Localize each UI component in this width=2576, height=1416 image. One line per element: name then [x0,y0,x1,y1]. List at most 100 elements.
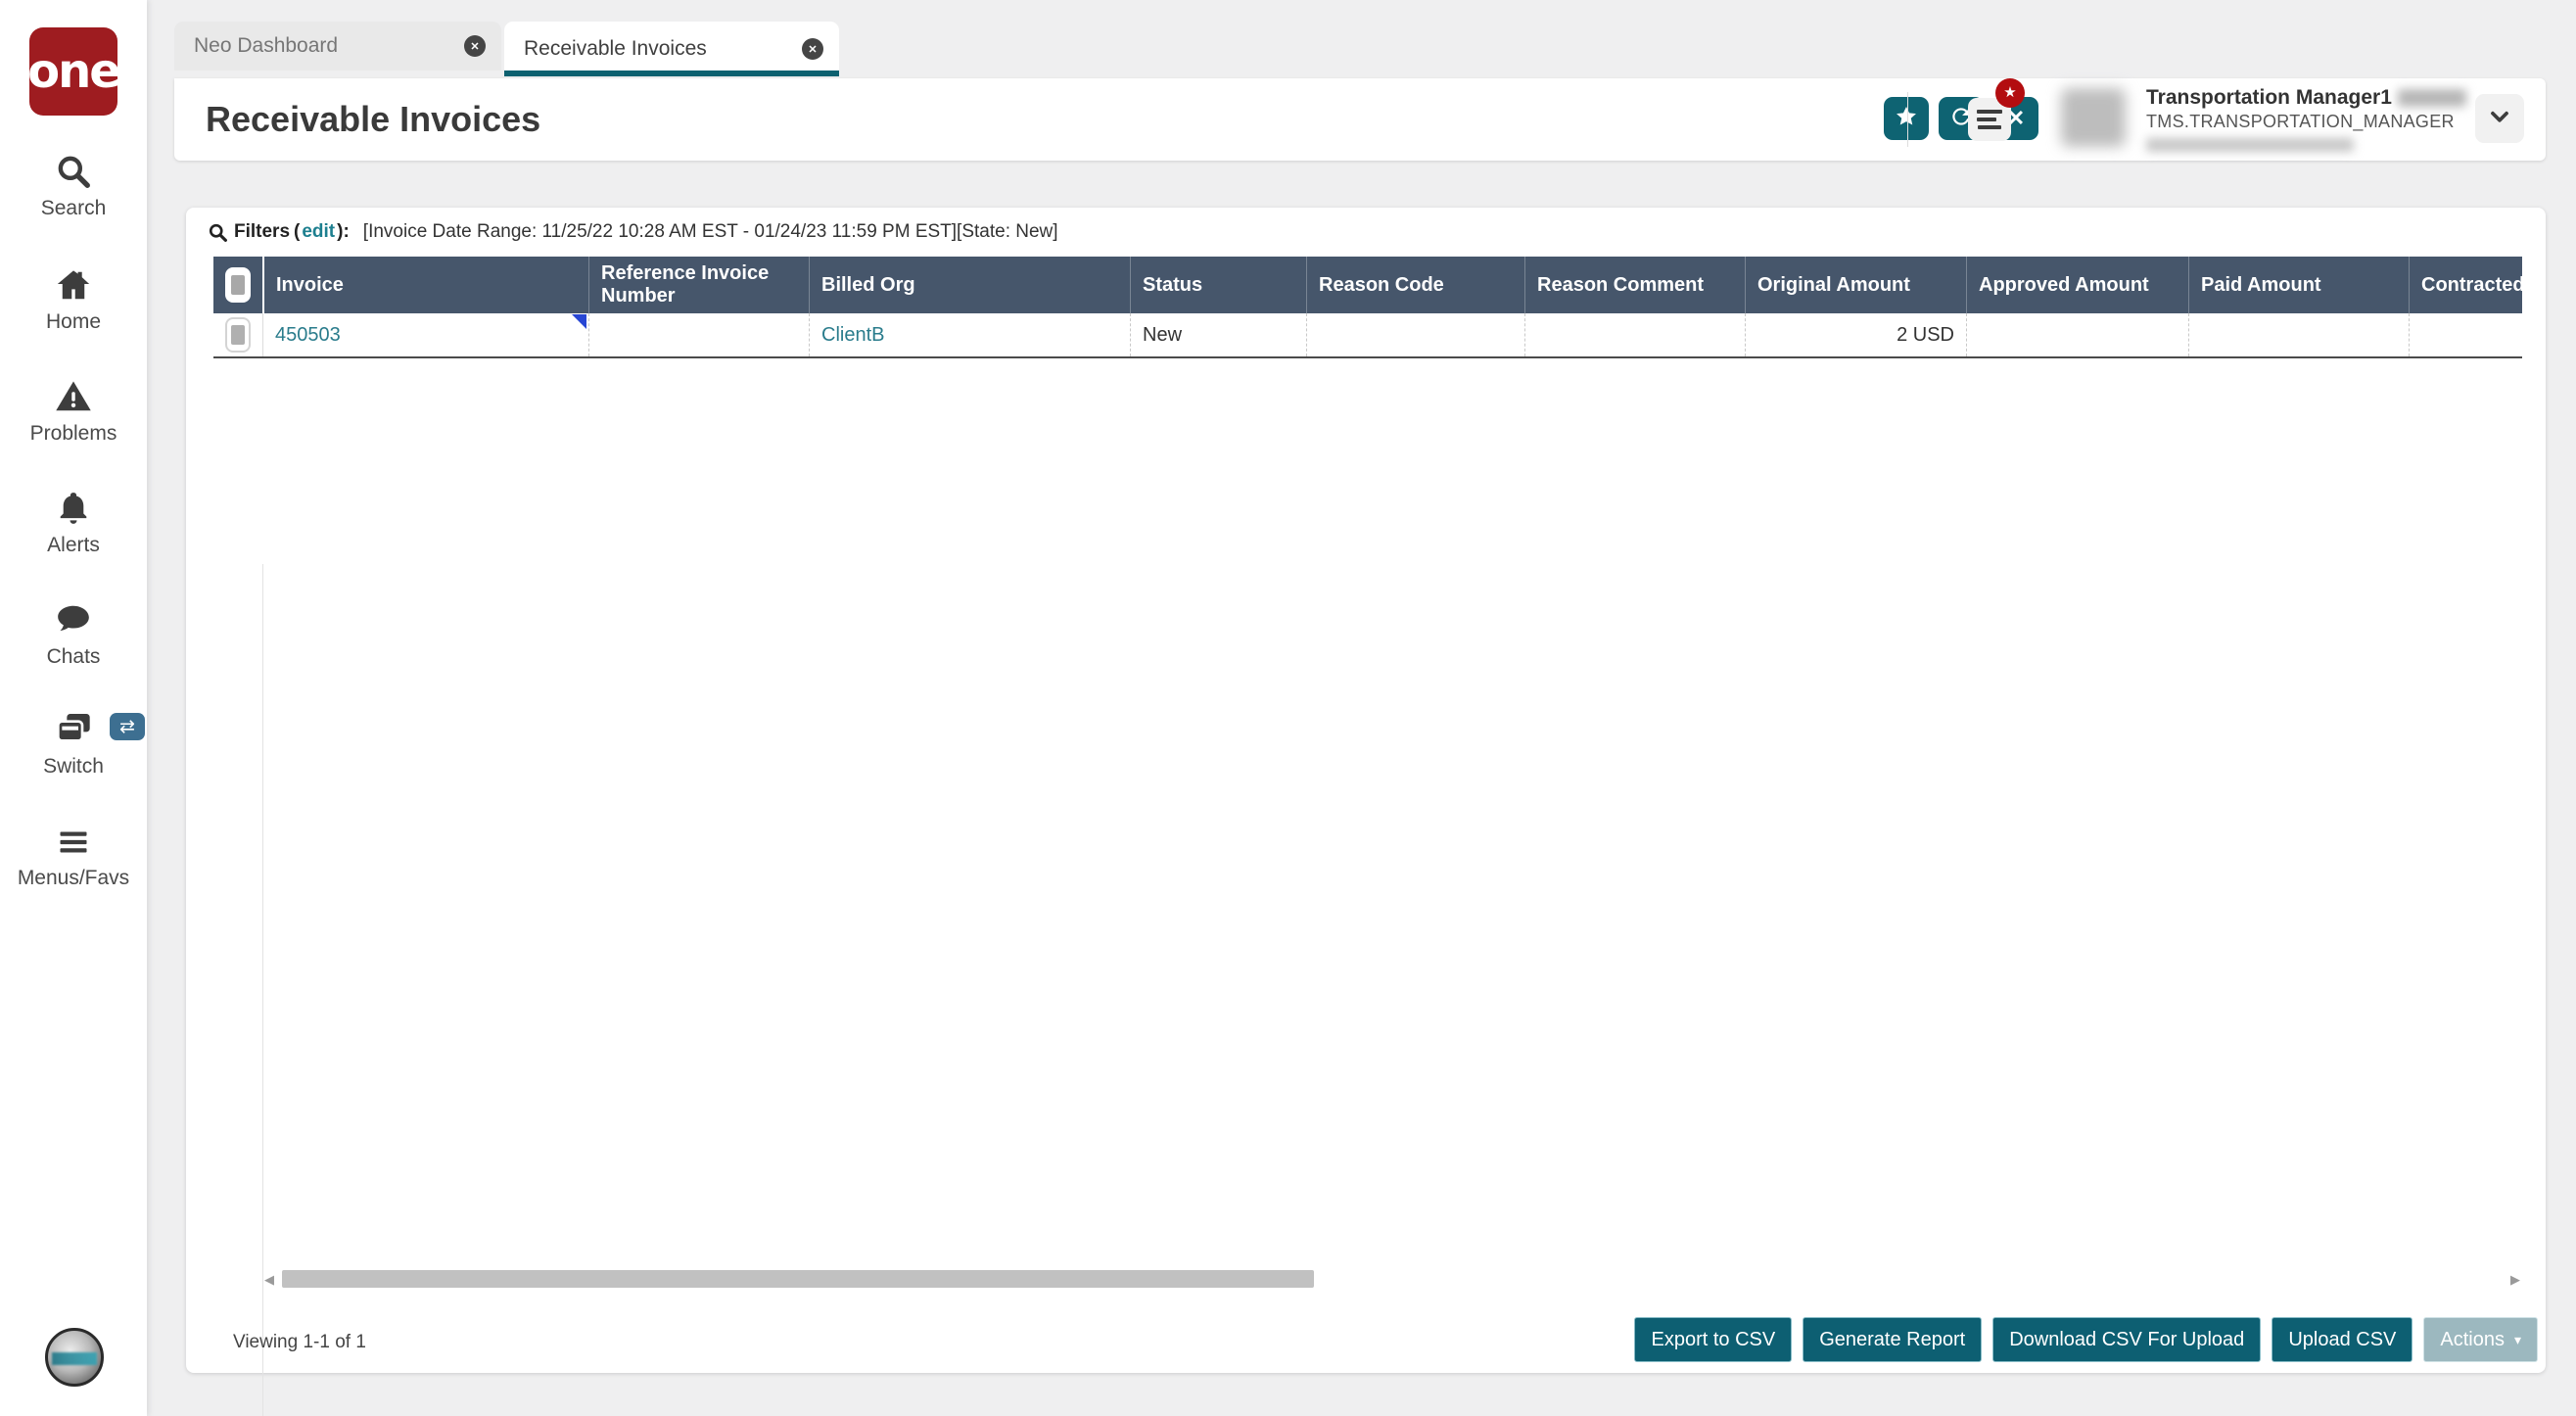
sidebar-item-label: Search [40,197,107,219]
hamburger-icon [1977,118,1996,121]
home-icon [54,266,93,304]
user-photo-redacted [2061,88,2126,147]
select-all-checkbox[interactable] [225,267,251,303]
sidebar-item-label: Alerts [47,534,100,556]
chevron-down-icon [2487,104,2512,134]
sidebar-item-alerts[interactable]: Alerts [0,490,147,557]
column-header-reason-code[interactable]: Reason Code [1306,257,1524,313]
export-to-csv-button[interactable]: Export to CSV [1634,1317,1793,1362]
paren: ): [337,221,350,242]
favorites-badge-icon[interactable]: ★ [1995,78,2025,108]
title-bar: Receivable Invoices ✕ ★ Transportation M… [174,78,2546,161]
sidebar-item-switch[interactable]: Switch ⇄ [0,709,147,779]
filters-label: Filters [234,221,291,242]
filters-summary: [Invoice Date Range: 11/25/22 10:28 AM E… [362,221,1058,242]
cell-billed-org: ClientB [809,313,1130,356]
row-checkbox[interactable] [225,317,251,353]
horizontal-scrollbar[interactable]: ◀ ▶ [262,1269,2522,1291]
table-header-row: Invoice Reference Invoice Number Billed … [213,257,2522,313]
cell-reference-invoice-number [588,313,809,356]
column-header-reference-invoice-number[interactable]: Reference Invoice Number [588,257,809,313]
download-csv-for-upload-button[interactable]: Download CSV For Upload [1992,1317,2262,1362]
sidebar-item-label: Problems [29,422,117,445]
redacted-text [2397,89,2466,107]
sidebar: one Search Home Problems Alerts Chats Sw… [0,0,147,1416]
column-header-invoice[interactable]: Invoice [262,257,588,313]
cell-paid-amount [2188,313,2409,356]
cell-contracted-amount [2409,313,2522,356]
hamburger-icon [1977,110,2002,114]
tab-neo-dashboard[interactable]: Neo Dashboard ✕ [174,22,501,71]
switch-role-badge[interactable]: ⇄ [110,713,145,740]
row-select-cell [213,313,262,356]
favorite-button[interactable] [1884,97,1929,140]
user-menu-chevron-button[interactable] [2475,94,2524,143]
receivable-invoices-panel: Filters ( edit ): [Invoice Date Range: 1… [186,208,2546,1416]
tab-label: Receivable Invoices [524,37,707,60]
sidebar-item-search[interactable]: Search [0,153,147,220]
active-tab-underline [504,71,839,76]
column-header-paid-amount[interactable]: Paid Amount [2188,257,2409,313]
filters-bar: Filters ( edit ): [Invoice Date Range: 1… [208,221,1058,243]
search-icon [208,222,228,243]
sidebar-item-chats[interactable]: Chats [0,601,147,669]
cell-approved-amount [1966,313,2188,356]
cell-reason-comment [1524,313,1745,356]
redacted-text [2146,138,2354,152]
switch-windows-icon [54,709,93,748]
tab-label: Neo Dashboard [194,34,339,57]
invoice-link[interactable]: 450503 [275,324,341,347]
sidebar-item-label: Home [45,310,102,333]
cell-status: New [1130,313,1306,356]
header-divider [1907,92,1908,147]
paren: ( [294,221,301,242]
sidebar-item-problems[interactable]: Problems [0,378,147,446]
star-icon [1894,104,1919,134]
column-header-approved-amount[interactable]: Approved Amount [1966,257,2188,313]
tab-close-icon[interactable]: ✕ [802,38,823,60]
invoices-table: Invoice Reference Invoice Number Billed … [213,257,2522,358]
sidebar-item-label: Chats [46,645,101,668]
generate-report-button[interactable]: Generate Report [1803,1317,1983,1362]
hamburger-icon [54,825,93,860]
actions-button[interactable]: Actions ▾ [2423,1317,2538,1362]
one-logo[interactable]: one [27,27,121,116]
cell-invoice: 450503 [262,313,588,356]
sidebar-item-label: Menus/Favs [17,867,130,889]
viewing-count: Viewing 1-1 of 1 [233,1332,366,1352]
user-role: TMS.TRANSPORTATION_MANAGER [2146,112,2455,131]
sidebar-item-home[interactable]: Home [0,266,147,334]
select-all-cell [213,257,262,313]
sidebar-item-label: Switch [43,755,104,778]
search-icon [55,153,92,190]
profile-avatar[interactable] [45,1328,104,1387]
cell-reason-code [1306,313,1524,356]
edit-filters-link[interactable]: edit [302,221,335,243]
scroll-left-arrow[interactable]: ◀ [264,1272,274,1288]
caret-down-icon: ▾ [2513,1331,2521,1347]
column-header-billed-org[interactable]: Billed Org [809,257,1130,313]
tab-close-icon[interactable]: ✕ [464,35,486,57]
hamburger-icon [1978,125,2001,129]
billed-org-link[interactable]: ClientB [821,324,884,347]
chat-bubble-icon [54,601,93,638]
page-title: Receivable Invoices [206,99,541,139]
column-header-contracted-amount[interactable]: Contracted Amount [2409,257,2522,313]
table-row: 450503 ClientB New 2 USD [213,313,2522,358]
column-header-status[interactable]: Status [1130,257,1306,313]
warning-triangle-icon [54,378,93,415]
user-info[interactable]: Transportation Manager1 TMS.TRANSPORTATI… [2146,86,2469,152]
sidebar-item-menus-favs[interactable]: Menus/Favs [0,825,147,890]
bell-icon [55,490,92,527]
cell-original-amount: 2 USD [1745,313,1966,356]
actions-label: Actions [2440,1328,2505,1350]
corner-flag-icon [572,314,586,329]
upload-csv-button[interactable]: Upload CSV [2272,1317,2413,1362]
column-header-original-amount[interactable]: Original Amount [1745,257,1966,313]
column-header-reason-comment[interactable]: Reason Comment [1524,257,1745,313]
scroll-right-arrow[interactable]: ▶ [2510,1272,2520,1288]
tab-receivable-invoices[interactable]: Receivable Invoices ✕ [504,22,839,76]
scrollbar-thumb[interactable] [282,1270,1314,1288]
user-name: Transportation Manager1 [2146,86,2392,109]
app-root: one Search Home Problems Alerts Chats Sw… [0,0,2576,1416]
